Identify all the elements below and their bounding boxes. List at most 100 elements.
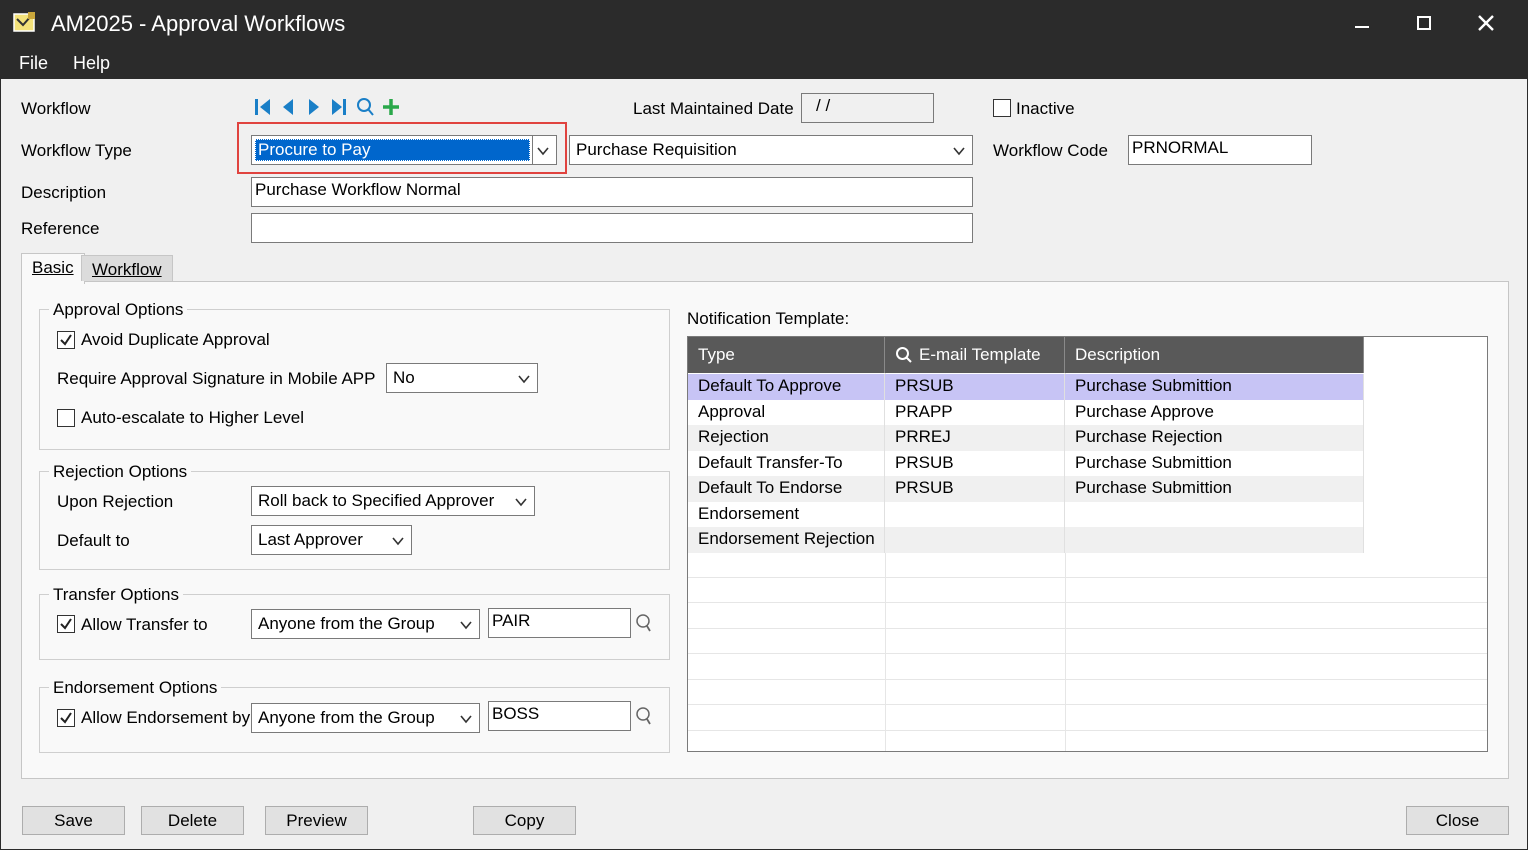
allow-endorsement-value: Anyone from the Group [258,708,435,727]
cell-type: Endorsement Rejection [688,527,885,553]
search-record-icon[interactable] [355,97,375,117]
grid-header: Type E-mail Template Description [688,337,1364,373]
menu-file[interactable]: File [19,53,48,74]
upon-rejection-value: Roll back to Specified Approver [258,491,495,510]
tab-basic[interactable]: Basic [21,253,85,284]
cell-template: PRSUB [885,476,1065,502]
column-header-type[interactable]: Type [688,337,885,373]
auto-escalate-checkbox[interactable] [57,409,75,427]
upon-rejection-label: Upon Rejection [57,492,174,511]
delete-button[interactable]: Delete [141,806,244,835]
cell-description [1065,527,1364,553]
table-row[interactable]: Approval PRAPP Purchase Approve [688,400,1364,426]
cell-template [885,527,1065,553]
save-button[interactable]: Save [22,806,125,835]
cell-type: Approval [688,400,885,426]
allow-transfer-checkbox[interactable] [57,615,75,633]
search-icon [896,347,912,363]
grid-line [688,628,1487,629]
first-record-icon[interactable] [253,97,273,117]
allow-endorsement-checkbox[interactable] [57,709,75,727]
cell-template: PRAPP [885,400,1065,426]
cell-type: Default Transfer-To [688,451,885,477]
table-row[interactable]: Default Transfer-To PRSUB Purchase Submi… [688,451,1364,477]
avoid-duplicate-checkbox[interactable] [57,331,75,349]
rejection-options-title: Rejection Options [49,462,192,482]
allow-endorsement-label: Allow Endorsement by [81,708,251,727]
tab-workflow[interactable]: Workflow [81,255,173,281]
add-record-icon[interactable] [381,97,401,117]
last-maintained-label: Last Maintained Date [633,99,794,118]
cell-template: PRREJ [885,425,1065,451]
chevron-down-icon [460,621,472,630]
workflow-code-label: Workflow Code [993,141,1108,160]
allow-transfer-label: Allow Transfer to [81,615,208,634]
chevron-down-icon [953,147,965,156]
lookup-icon[interactable] [635,613,653,633]
cell-template: PRSUB [885,451,1065,477]
transfer-group-field[interactable]: PAIR [488,608,631,638]
description-field[interactable]: Purchase Workflow Normal [251,177,973,207]
close-window-button[interactable] [1461,5,1511,41]
grid-line [688,602,1487,603]
grid-line [688,653,1487,654]
workflow-subtype-value: Purchase Requisition [576,140,737,159]
table-row[interactable]: Endorsement Rejection [688,527,1364,553]
grid-line [688,679,1487,680]
allow-endorsement-select[interactable]: Anyone from the Group [251,703,480,733]
next-record-icon[interactable] [303,97,323,117]
last-record-icon[interactable] [329,97,349,117]
default-to-select[interactable]: Last Approver [251,525,412,555]
transfer-options-title: Transfer Options [49,585,183,605]
previous-record-icon[interactable] [279,97,299,117]
notification-template-label: Notification Template: [687,309,850,328]
default-to-value: Last Approver [258,530,363,549]
chevron-down-icon [518,375,530,384]
endorsement-options-title: Endorsement Options [49,678,222,698]
approval-options-title: Approval Options [49,300,188,320]
maximize-button[interactable] [1399,5,1449,41]
workflow-subtype-select[interactable]: Purchase Requisition [569,135,973,165]
cell-type: Endorsement [688,502,885,528]
menu-help[interactable]: Help [73,53,110,74]
default-to-label: Default to [57,531,130,550]
require-signature-value: No [393,368,415,387]
column-header-template[interactable]: E-mail Template [885,337,1065,373]
table-row[interactable]: Default To Endorse PRSUB Purchase Submit… [688,476,1364,502]
lookup-icon[interactable] [635,706,653,726]
require-signature-label: Require Approval Signature in Mobile APP [57,369,376,388]
workflow-code-field[interactable]: PRNORMAL [1128,135,1312,165]
cell-description: Purchase Submittion [1065,476,1364,502]
copy-button[interactable]: Copy [473,806,576,835]
reference-field[interactable] [251,213,973,243]
cell-type: Default To Endorse [688,476,885,502]
preview-button[interactable]: Preview [265,806,368,835]
description-label: Description [21,183,107,202]
cell-description: Purchase Approve [1065,400,1364,426]
application-window: AM2025 - Approval Workflows File Help Wo… [0,0,1528,850]
inactive-checkbox[interactable] [993,99,1011,117]
require-signature-select[interactable]: No [386,363,538,393]
close-icon [1478,15,1494,31]
notification-grid: Type E-mail Template Description Default… [687,336,1488,752]
upon-rejection-select[interactable]: Roll back to Specified Approver [251,486,535,516]
close-button[interactable]: Close [1406,806,1509,835]
grid-line [688,577,1487,578]
table-row[interactable]: Endorsement [688,502,1364,528]
cell-description: Purchase Submittion [1065,374,1364,400]
minimize-button[interactable] [1337,5,1387,41]
cell-description: Purchase Rejection [1065,425,1364,451]
reference-label: Reference [21,219,100,238]
title-bar[interactable]: AM2025 - Approval Workflows [1,1,1527,47]
checkmark-icon [60,334,72,346]
cell-type: Default To Approve [688,374,885,400]
menu-bar: File Help [1,47,1527,79]
grid-line [688,730,1487,731]
endorsement-group-field[interactable]: BOSS [488,701,631,731]
column-header-description[interactable]: Description [1065,337,1364,373]
checkmark-icon [60,618,72,630]
allow-transfer-select[interactable]: Anyone from the Group [251,609,480,639]
workflow-label: Workflow [21,99,91,118]
table-row[interactable]: Rejection PRREJ Purchase Rejection [688,425,1364,451]
table-row[interactable]: Default To Approve PRSUB Purchase Submit… [688,374,1364,400]
